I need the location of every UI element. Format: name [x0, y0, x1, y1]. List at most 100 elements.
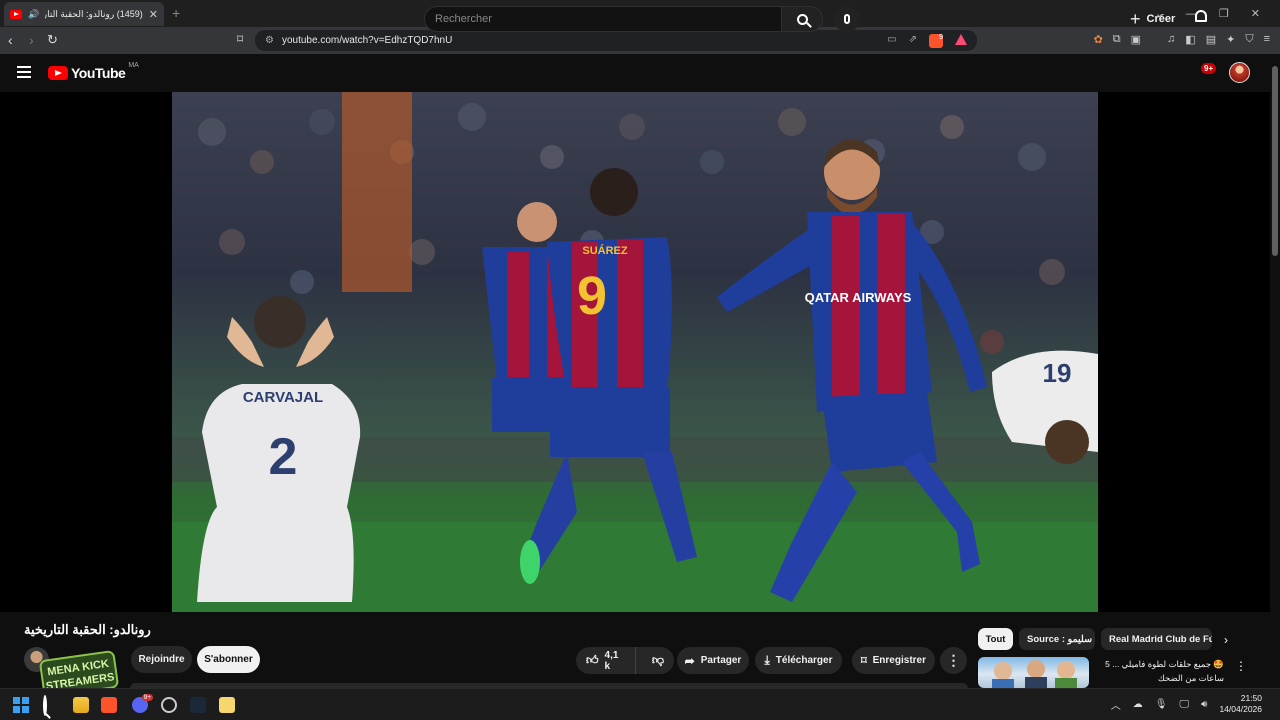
search-icon [796, 13, 808, 25]
recommended-video-thumbnail[interactable] [978, 657, 1089, 688]
create-label: Créer [1146, 13, 1176, 25]
menu-icon[interactable]: ≡ [1264, 33, 1270, 46]
reload-icon[interactable]: ↻ [47, 32, 58, 48]
youtube-play-icon [48, 66, 68, 80]
obs-icon[interactable] [161, 697, 177, 713]
youtube-logo[interactable]: YouTube MA [48, 61, 139, 81]
youtube-wordmark: YouTube [71, 65, 126, 81]
forward-icon[interactable]: › [29, 32, 34, 48]
notepad-icon[interactable] [219, 697, 235, 713]
share-label: Partager [700, 655, 742, 666]
clock-date: 14/04/2026 [1219, 704, 1262, 714]
media-icon[interactable]: ♫ [1167, 33, 1175, 46]
screenshot-icon[interactable]: ▣ [1131, 33, 1141, 46]
like-dislike-group: 👍︎ 4,1 k 👎︎ [576, 647, 674, 674]
notifications-bell-icon[interactable] [1193, 10, 1209, 26]
guide-menu-icon[interactable] [17, 66, 31, 78]
url-text: youtube.com/watch?v=EdhzTQD7hnU [281, 35, 453, 46]
subscribe-button[interactable]: S'abonner [197, 646, 260, 673]
voice-search-button[interactable] [834, 6, 860, 32]
maximize-icon[interactable]: ❐ [1219, 7, 1229, 20]
video-frame[interactable]: CARVAJAL 2 SUÁREZ 9 QATAR AIRWAYS 19 [172, 92, 1098, 612]
address-field[interactable]: ⚙ youtube.com/watch?v=EdhzTQD7hnU ▭ ⇗ 9 [255, 30, 977, 51]
network-icon[interactable]: 🖵︎ [1180, 699, 1190, 710]
brave-rewards-icon[interactable] [955, 34, 967, 45]
thumbs-up-icon: 👍︎ [586, 653, 599, 667]
taskbar-search-icon[interactable] [43, 695, 59, 716]
video-title: رونالدو: الحقبة التاريخية [24, 622, 151, 637]
speaker-icon[interactable]: 🔊 [28, 9, 39, 20]
youtube-favicon-icon [10, 9, 22, 19]
brave-browser-icon[interactable] [101, 697, 117, 713]
sidebar-icon[interactable]: ◧ [1185, 33, 1195, 46]
video-player[interactable]: CARVAJAL 2 SUÁREZ 9 QATAR AIRWAYS 19 [0, 92, 1270, 612]
new-tab-button[interactable]: + [172, 5, 180, 21]
chip-real-madrid[interactable]: Real Madrid Club de Fútbol [1101, 628, 1212, 650]
tray-overflow-icon[interactable]: ︿ [1111, 697, 1121, 712]
notifications-badge: 9+ [1201, 63, 1217, 74]
scroll-thumb[interactable] [1272, 66, 1278, 256]
recommended-menu-icon[interactable]: ⋮ [1235, 659, 1247, 673]
create-button[interactable]: + Créer [1122, 5, 1183, 33]
tab-title: (1459) رونالدو: الحقبة التاريخية [45, 8, 143, 19]
discord-badge: 9+ [141, 694, 153, 701]
like-count: 4,1 k [604, 649, 619, 672]
join-button[interactable]: Rejoindre [131, 646, 192, 673]
account-avatar[interactable] [1229, 62, 1250, 83]
search-box [424, 6, 782, 32]
jersey-number-left: 2 [269, 428, 298, 486]
jersey-number-center: 9 [577, 266, 607, 326]
recommended-video-title[interactable]: 🤩 جميع حلقات لطوة فاميلي ... 5 ساعات من … [1094, 657, 1224, 685]
download-button[interactable]: ⤓ Télécharger [755, 647, 842, 674]
system-tray: ︿ ☁ 🎙︎ 🖵︎ 🔊︎ 21:50 14/04/2026 [1111, 693, 1262, 715]
volume-icon[interactable]: 🔊︎ [1201, 699, 1207, 710]
download-icon: ⤓ [764, 653, 770, 667]
browser-tab[interactable]: 🔊 (1459) رونالدو: الحقبة التاريخية ✕ [4, 2, 164, 26]
save-label: Enregistrer [872, 655, 926, 666]
bookmark-icon[interactable]: ⌑ [237, 32, 243, 46]
chips-next-chevron-icon[interactable]: › [1224, 633, 1228, 647]
share-page-icon[interactable]: ⇗ [909, 34, 917, 48]
youtube-header: YouTube MA [0, 54, 1270, 92]
leo-ai-icon[interactable]: ✦ [1226, 33, 1235, 46]
tray-mic-icon[interactable]: 🎙︎ [1155, 699, 1168, 710]
video-scene: CARVAJAL 2 SUÁREZ 9 QATAR AIRWAYS 19 [172, 92, 1098, 612]
search-input[interactable] [435, 13, 781, 25]
more-actions-button[interactable]: ⋮ [940, 647, 967, 674]
bookmark-save-icon: ⌑ [860, 655, 867, 667]
share-button[interactable]: ➦ Partager [677, 647, 749, 674]
dislike-button[interactable]: 👎︎ [642, 647, 674, 674]
brave-shields-icon[interactable]: 9 [929, 34, 943, 48]
search-button[interactable] [781, 6, 823, 32]
clock-time: 21:50 [1240, 693, 1262, 703]
chip-source[interactable]: Source : سليمو [1019, 628, 1095, 650]
extension-icon[interactable]: ✿ [1094, 33, 1103, 46]
jersey-number-right: 19 [1043, 358, 1072, 388]
windows-taskbar: 9+ ︿ ☁ 🎙︎ 🖵︎ 🔊︎ 21:50 14/04/2026 [0, 688, 1280, 720]
close-tab-icon[interactable]: ✕ [149, 8, 158, 21]
wallet-icon[interactable]: ▤ [1206, 33, 1216, 46]
steam-icon[interactable] [190, 697, 206, 713]
like-button[interactable]: 👍︎ 4,1 k [576, 647, 636, 674]
share-arrow-icon: ➦ [684, 653, 695, 668]
save-button[interactable]: ⌑ Enregistrer [852, 647, 935, 674]
vpn-icon[interactable]: ⛉ [1245, 33, 1253, 46]
back-icon[interactable]: ‹ [8, 32, 13, 48]
close-window-icon[interactable]: ✕ [1251, 7, 1260, 20]
jersey-name-center: SUÁREZ [582, 244, 628, 257]
microphone-icon [844, 14, 850, 24]
clock[interactable]: 21:50 14/04/2026 [1219, 693, 1262, 715]
jersey-name-left: CARVAJAL [243, 389, 323, 406]
file-explorer-icon[interactable] [73, 697, 89, 713]
country-code: MA [128, 61, 139, 69]
cast-icon[interactable]: ▭ [887, 34, 896, 48]
windows-start-icon[interactable] [13, 697, 29, 713]
page-scrollbar[interactable] [1270, 54, 1280, 688]
jersey-sponsor: QATAR AIRWAYS [805, 290, 912, 305]
chip-all[interactable]: Tout [978, 628, 1013, 650]
thumbs-down-icon: 👎︎ [651, 653, 664, 667]
puzzle-icon[interactable]: ⧉ [1113, 33, 1121, 46]
cloud-icon[interactable]: ☁ [1133, 699, 1143, 710]
discord-icon[interactable]: 9+ [132, 694, 153, 713]
site-settings-icon[interactable]: ⚙ [265, 35, 274, 46]
